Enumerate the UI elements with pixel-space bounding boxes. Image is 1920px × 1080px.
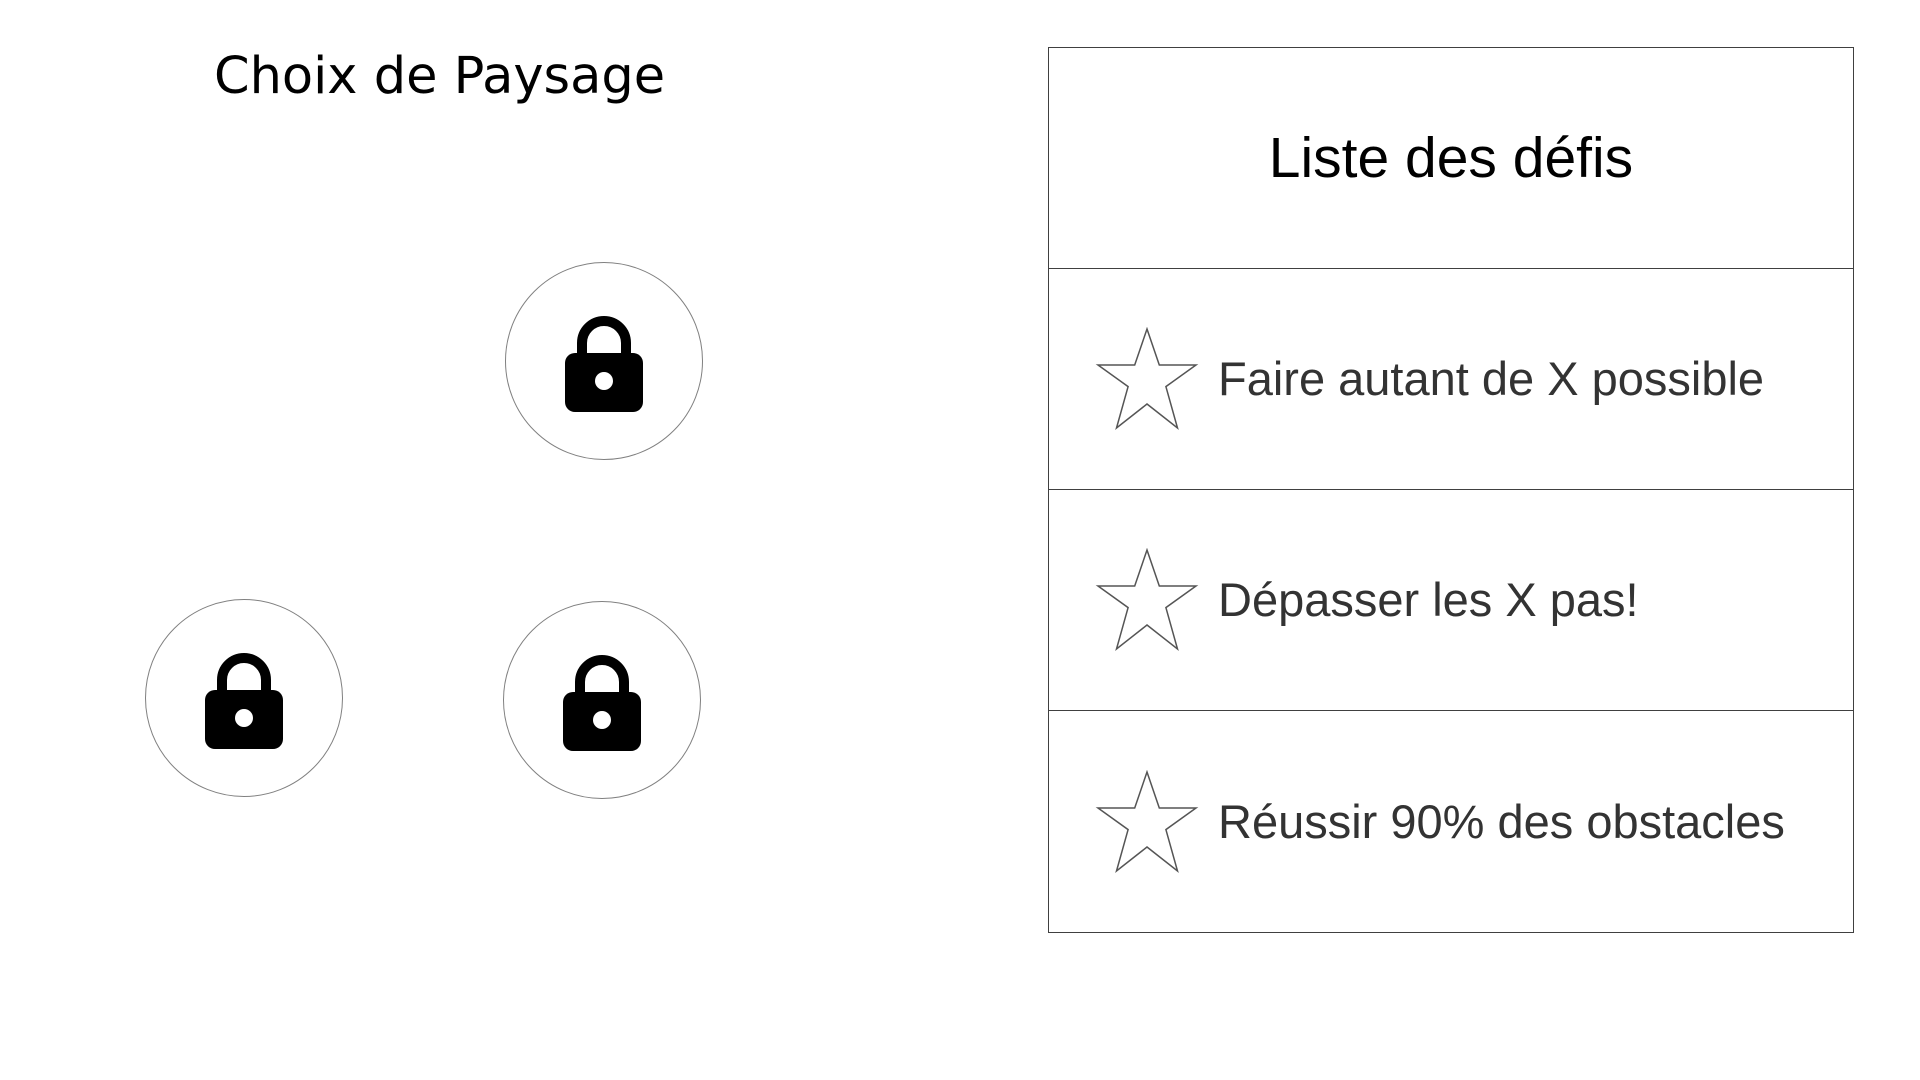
star-outline-icon bbox=[1095, 327, 1199, 431]
landscape-slot-1[interactable] bbox=[505, 262, 703, 460]
page-title: Choix de Paysage bbox=[214, 47, 666, 106]
challenges-title: Liste des défis bbox=[1268, 126, 1634, 190]
challenges-panel: Liste des défis Faire autant de X possib… bbox=[1048, 47, 1854, 933]
challenge-item-2[interactable]: Dépasser les X pas! bbox=[1049, 490, 1853, 711]
star-outline-icon bbox=[1095, 769, 1199, 873]
lock-icon bbox=[565, 316, 643, 412]
challenge-label: Dépasser les X pas! bbox=[1218, 573, 1639, 626]
lock-icon bbox=[563, 655, 641, 751]
challenge-item-1[interactable]: Faire autant de X possible bbox=[1049, 269, 1853, 490]
lock-icon bbox=[205, 653, 283, 749]
star-outline-icon bbox=[1095, 548, 1199, 652]
challenge-label: Réussir 90% des obstacles bbox=[1218, 794, 1785, 848]
challenge-item-3[interactable]: Réussir 90% des obstacles bbox=[1049, 711, 1853, 932]
challenge-label: Faire autant de X possible bbox=[1218, 352, 1765, 405]
landscape-slot-3[interactable] bbox=[503, 601, 701, 799]
challenges-header: Liste des défis bbox=[1049, 48, 1853, 269]
landscape-slot-2[interactable] bbox=[145, 599, 343, 797]
